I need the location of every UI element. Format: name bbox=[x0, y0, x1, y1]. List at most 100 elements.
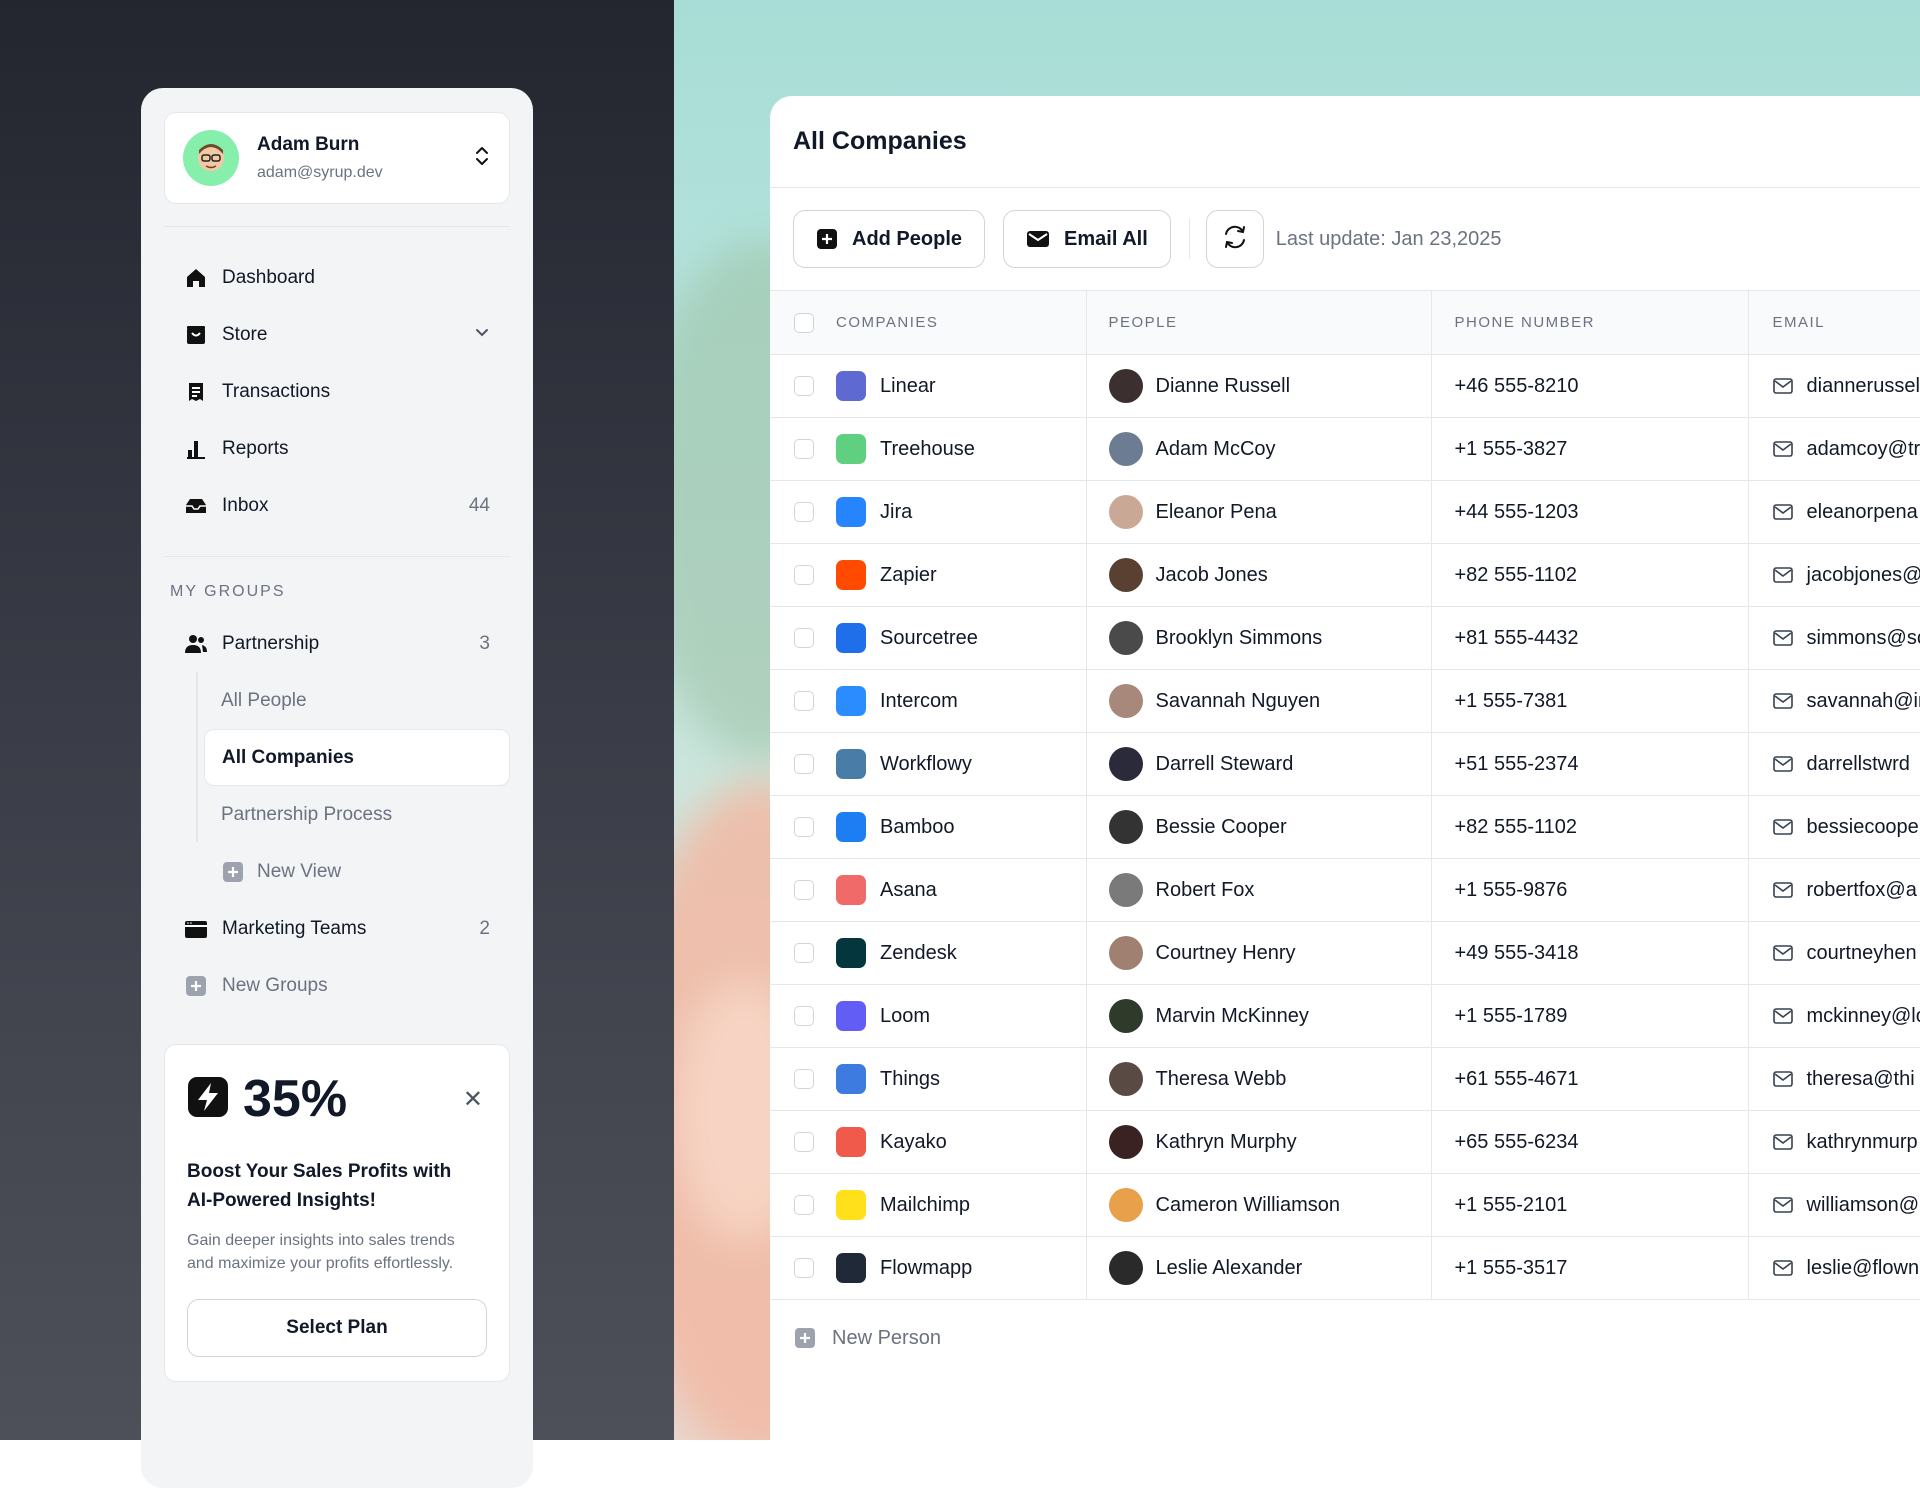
table-row[interactable]: MailchimpCameron Williamson+1 555-2101wi… bbox=[770, 1174, 1920, 1237]
account-switcher[interactable]: Adam Burn adam@syrup.dev bbox=[164, 112, 510, 204]
row-checkbox[interactable] bbox=[794, 943, 814, 963]
email-all-button[interactable]: Email All bbox=[1003, 210, 1171, 268]
table-row[interactable]: AsanaRobert Fox+1 555-9876robertfox@a bbox=[770, 859, 1920, 922]
mail-icon[interactable] bbox=[1773, 1071, 1793, 1087]
row-checkbox[interactable] bbox=[794, 502, 814, 522]
email-address[interactable]: robertfox@a bbox=[1807, 879, 1917, 902]
company-name[interactable]: Intercom bbox=[880, 690, 958, 713]
mail-icon[interactable] bbox=[1773, 819, 1793, 835]
company-name[interactable]: Flowmapp bbox=[880, 1257, 972, 1280]
close-icon[interactable]: ✕ bbox=[463, 1085, 483, 1114]
nav-item-transactions[interactable]: Transactions bbox=[164, 363, 510, 420]
email-address[interactable]: theresa@thi bbox=[1807, 1068, 1915, 1091]
mail-icon[interactable] bbox=[1773, 693, 1793, 709]
row-checkbox[interactable] bbox=[794, 1132, 814, 1152]
new-view-button[interactable]: New View bbox=[164, 843, 510, 900]
column-header-email[interactable]: EMAIL bbox=[1773, 314, 1826, 331]
row-checkbox[interactable] bbox=[794, 754, 814, 774]
person-name[interactable]: Robert Fox bbox=[1156, 879, 1255, 902]
email-address[interactable]: bessiecoope bbox=[1807, 816, 1919, 839]
column-header-companies[interactable]: COMPANIES bbox=[836, 314, 938, 331]
row-checkbox[interactable] bbox=[794, 439, 814, 459]
person-name[interactable]: Adam McCoy bbox=[1156, 438, 1276, 461]
company-name[interactable]: Mailchimp bbox=[880, 1194, 970, 1217]
mail-icon[interactable] bbox=[1773, 567, 1793, 583]
new-person-button[interactable]: New Person bbox=[770, 1300, 1920, 1376]
table-row[interactable]: TreehouseAdam McCoy+1 555-3827adamcoy@tr bbox=[770, 418, 1920, 481]
email-address[interactable]: jacobjones@ bbox=[1807, 564, 1920, 587]
person-name[interactable]: Leslie Alexander bbox=[1156, 1257, 1303, 1280]
company-name[interactable]: Linear bbox=[880, 375, 936, 398]
email-address[interactable]: mckinney@lo bbox=[1807, 1005, 1920, 1028]
table-row[interactable]: ZapierJacob Jones+82 555-1102jacobjones@ bbox=[770, 544, 1920, 607]
refresh-button[interactable] bbox=[1206, 210, 1264, 268]
person-name[interactable]: Jacob Jones bbox=[1156, 564, 1268, 587]
company-name[interactable]: Zapier bbox=[880, 564, 937, 587]
sub-item-all-people[interactable]: All People bbox=[204, 672, 510, 729]
chevron-up-down-icon[interactable] bbox=[473, 145, 491, 172]
row-checkbox[interactable] bbox=[794, 1006, 814, 1026]
mail-icon[interactable] bbox=[1773, 1197, 1793, 1213]
email-address[interactable]: leslie@flown bbox=[1807, 1257, 1920, 1280]
person-name[interactable]: Cameron Williamson bbox=[1156, 1194, 1341, 1217]
email-address[interactable]: diannerussell bbox=[1807, 375, 1920, 398]
column-header-phone[interactable]: PHONE NUMBER bbox=[1455, 314, 1596, 331]
row-checkbox[interactable] bbox=[794, 628, 814, 648]
row-checkbox[interactable] bbox=[794, 1258, 814, 1278]
table-row[interactable]: ZendeskCourtney Henry+49 555-3418courtne… bbox=[770, 922, 1920, 985]
mail-icon[interactable] bbox=[1773, 378, 1793, 394]
new-groups-button[interactable]: New Groups bbox=[164, 957, 510, 1014]
row-checkbox[interactable] bbox=[794, 1069, 814, 1089]
company-name[interactable]: Loom bbox=[880, 1005, 930, 1028]
company-name[interactable]: Things bbox=[880, 1068, 940, 1091]
table-row[interactable]: LinearDianne Russell+46 555-8210dianneru… bbox=[770, 355, 1920, 418]
mail-icon[interactable] bbox=[1773, 756, 1793, 772]
mail-icon[interactable] bbox=[1773, 441, 1793, 457]
mail-icon[interactable] bbox=[1773, 630, 1793, 646]
nav-item-store[interactable]: Store bbox=[164, 306, 510, 363]
company-name[interactable]: Zendesk bbox=[880, 942, 957, 965]
company-name[interactable]: Workflowy bbox=[880, 753, 972, 776]
mail-icon[interactable] bbox=[1773, 945, 1793, 961]
table-row[interactable]: SourcetreeBrooklyn Simmons+81 555-4432si… bbox=[770, 607, 1920, 670]
mail-icon[interactable] bbox=[1773, 1260, 1793, 1276]
mail-icon[interactable] bbox=[1773, 1134, 1793, 1150]
sub-item-all-companies[interactable]: All Companies bbox=[204, 729, 510, 786]
company-name[interactable]: Bamboo bbox=[880, 816, 955, 839]
table-row[interactable]: BambooBessie Cooper+82 555-1102bessiecoo… bbox=[770, 796, 1920, 859]
email-address[interactable]: simmons@sc bbox=[1807, 627, 1920, 650]
add-people-button[interactable]: Add People bbox=[793, 210, 985, 268]
email-address[interactable]: savannah@ir bbox=[1807, 690, 1920, 713]
email-address[interactable]: courtneyhen bbox=[1807, 942, 1917, 965]
person-name[interactable]: Savannah Nguyen bbox=[1156, 690, 1321, 713]
email-address[interactable]: kathrynmurp bbox=[1807, 1131, 1918, 1154]
nav-item-inbox[interactable]: Inbox 44 bbox=[164, 477, 510, 534]
company-name[interactable]: Asana bbox=[880, 879, 937, 902]
select-all-checkbox[interactable] bbox=[794, 313, 814, 333]
person-name[interactable]: Courtney Henry bbox=[1156, 942, 1296, 965]
sub-item-partnership-process[interactable]: Partnership Process bbox=[204, 786, 510, 843]
table-row[interactable]: WorkflowyDarrell Steward+51 555-2374darr… bbox=[770, 733, 1920, 796]
email-address[interactable]: adamcoy@tr bbox=[1807, 438, 1920, 461]
company-name[interactable]: Kayako bbox=[880, 1131, 947, 1154]
table-row[interactable]: FlowmappLeslie Alexander+1 555-3517lesli… bbox=[770, 1237, 1920, 1300]
company-name[interactable]: Treehouse bbox=[880, 438, 975, 461]
row-checkbox[interactable] bbox=[794, 691, 814, 711]
person-name[interactable]: Brooklyn Simmons bbox=[1156, 627, 1323, 650]
table-row[interactable]: JiraEleanor Pena+44 555-1203eleanorpena bbox=[770, 481, 1920, 544]
table-row[interactable]: KayakoKathryn Murphy+65 555-6234kathrynm… bbox=[770, 1111, 1920, 1174]
table-row[interactable]: LoomMarvin McKinney+1 555-1789mckinney@l… bbox=[770, 985, 1920, 1048]
group-marketing-teams[interactable]: Marketing Teams 2 bbox=[164, 900, 510, 957]
person-name[interactable]: Theresa Webb bbox=[1156, 1068, 1287, 1091]
email-address[interactable]: williamson@ bbox=[1807, 1194, 1920, 1217]
row-checkbox[interactable] bbox=[794, 880, 814, 900]
email-address[interactable]: eleanorpena bbox=[1807, 501, 1918, 524]
nav-item-reports[interactable]: Reports bbox=[164, 420, 510, 477]
table-row[interactable]: IntercomSavannah Nguyen+1 555-7381savann… bbox=[770, 670, 1920, 733]
email-address[interactable]: darrellstwrd bbox=[1807, 753, 1910, 776]
mail-icon[interactable] bbox=[1773, 882, 1793, 898]
person-name[interactable]: Marvin McKinney bbox=[1156, 1005, 1309, 1028]
mail-icon[interactable] bbox=[1773, 1008, 1793, 1024]
group-partnership[interactable]: Partnership 3 bbox=[164, 615, 510, 672]
person-name[interactable]: Darrell Steward bbox=[1156, 753, 1294, 776]
